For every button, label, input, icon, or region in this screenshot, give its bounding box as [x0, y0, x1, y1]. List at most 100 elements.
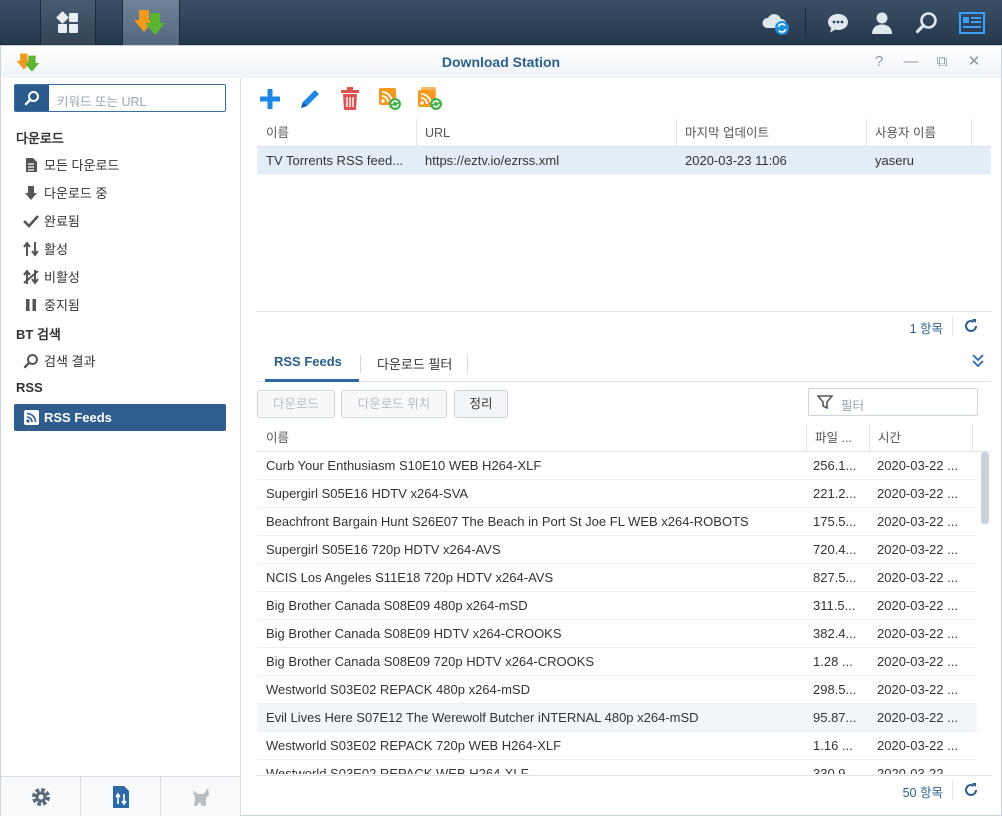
sidebar-item-completed[interactable]: 완료됨 — [14, 207, 226, 234]
chat-icon — [828, 13, 848, 33]
chat-button[interactable] — [818, 0, 858, 45]
rss-section-header: RSS — [16, 380, 43, 395]
sidebar-item-label: 활성 — [44, 242, 68, 257]
download-station-taskbar-button[interactable] — [122, 0, 180, 45]
sidebar-item-search-results[interactable]: 검색 결과 — [14, 347, 226, 374]
search-button[interactable] — [907, 0, 947, 45]
search-submit-button[interactable] — [15, 85, 49, 111]
items-pager: 50 항목 — [257, 775, 991, 803]
minimize-button[interactable]: — — [901, 52, 921, 72]
up-down-icon — [22, 240, 40, 258]
item-size: 256.1... — [813, 458, 857, 473]
tab-rss-feeds[interactable]: RSS Feeds — [274, 354, 342, 369]
grid-icon — [56, 10, 78, 33]
table-row[interactable]: Big Brother Canada S08E09 HDTV x264-CROO… — [257, 620, 977, 648]
transfer-icon — [112, 785, 129, 808]
item-time: 2020-03-22 ... — [877, 486, 958, 501]
filter-input[interactable]: 필터 — [841, 395, 864, 414]
item-size: 311.5... — [813, 598, 856, 613]
item-name: Curb Your Enthusiasm S10E10 WEB H264-XLF — [266, 458, 542, 473]
table-row[interactable]: Curb Your Enthusiasm S10E10 WEB H264-XLF… — [257, 452, 977, 480]
item-name: Big Brother Canada S08E09 480p x264-mSD — [266, 598, 528, 613]
tab-divider — [467, 355, 468, 373]
column-url[interactable]: URL — [416, 119, 677, 147]
download-button[interactable]: 다운로드 — [257, 390, 335, 418]
item-size: 1.28 ... — [813, 654, 853, 669]
user-icon — [872, 12, 892, 34]
item-size: 720.4... — [813, 542, 857, 557]
sidebar-item-rss-feeds[interactable]: RSS Feeds — [14, 404, 226, 431]
close-button[interactable]: ✕ — [964, 52, 984, 72]
column-last-update[interactable]: 마지막 업데이트 — [676, 119, 867, 147]
item-size: 221.2... — [813, 486, 857, 501]
item-name: Evil Lives Here S07E12 The Werewolf Butc… — [266, 710, 699, 725]
item-size: 330.9... — [813, 766, 857, 774]
refresh-icon[interactable] — [963, 782, 979, 798]
column-file-size[interactable]: 파일 ... — [806, 424, 870, 452]
items-scrollbar[interactable] — [981, 452, 989, 524]
clean-button[interactable]: 정리 — [454, 390, 508, 418]
tab-download-filter[interactable]: 다운로드 필터 — [377, 354, 452, 373]
sidebar-item-label: 비활성 — [44, 270, 80, 285]
column-time[interactable]: 시간 — [869, 424, 973, 452]
item-time: 2020-03-22 ... — [877, 766, 958, 774]
magnifier-icon — [24, 91, 39, 106]
sidebar-item-label: 다운로드 중 — [44, 186, 108, 201]
restore-button[interactable]: ⧉ — [932, 52, 952, 72]
refresh-all-feeds-button[interactable] — [417, 86, 443, 112]
table-row[interactable]: Beachfront Bargain Hunt S26E07 The Beach… — [257, 508, 977, 536]
taskbar-divider — [805, 8, 806, 37]
delete-icon — [341, 87, 359, 110]
user-button[interactable] — [862, 0, 902, 45]
sidebar-item-downloading[interactable]: 다운로드 중 — [14, 179, 226, 206]
table-row[interactable]: TV Torrents RSS feed... https://eztv.io/… — [257, 147, 991, 175]
sidebar-item-active[interactable]: 활성 — [14, 235, 226, 262]
column-item-name[interactable]: 이름 — [257, 424, 807, 452]
pager-divider — [952, 781, 953, 799]
column-name[interactable]: 이름 — [257, 119, 417, 147]
collapse-chevron-icon[interactable] — [971, 353, 985, 369]
edit-button[interactable] — [297, 86, 323, 112]
item-size: 298.5... — [813, 682, 857, 697]
filter-field[interactable]: 필터 — [808, 388, 978, 416]
search-field[interactable]: 키워드 또는 URL — [14, 84, 226, 112]
item-size: 1.16 ... — [813, 738, 853, 753]
add-button[interactable] — [257, 86, 283, 112]
search-input[interactable]: 키워드 또는 URL — [57, 91, 146, 110]
table-row[interactable]: Supergirl S05E16 720p HDTV x264-AVS 720.4… — [257, 536, 977, 564]
sidebar-item-label: 중지됨 — [44, 298, 80, 313]
table-row[interactable]: Supergirl S05E16 HDTV x264-SVA 221.2... 20… — [257, 480, 977, 508]
emule-button[interactable] — [161, 777, 241, 816]
sidebar-item-paused[interactable]: 중지됨 — [14, 291, 226, 318]
sidebar-item-inactive[interactable]: 비활성 — [14, 263, 226, 290]
cloud-sync-button[interactable] — [756, 0, 796, 45]
table-row[interactable]: Evil Lives Here S07E12 The Werewolf Butc… — [257, 704, 977, 732]
download-station-icon — [135, 9, 165, 35]
refresh-feed-button[interactable] — [377, 86, 403, 112]
refresh-icon[interactable] — [963, 318, 979, 334]
settings-button[interactable] — [1, 777, 81, 816]
table-row[interactable]: Westworld S03E02 REPACK WEB H264-XLF 330.… — [257, 760, 977, 774]
item-time: 2020-03-22 ... — [877, 542, 958, 557]
feeds-table-header: 이름 URL 마지막 업데이트 사용자 이름 — [257, 119, 991, 147]
items-table-header: 이름 파일 ... 시간 — [257, 424, 991, 452]
delete-button[interactable] — [337, 86, 363, 112]
table-row[interactable]: Big Brother Canada S08E09 480p x264-mSD 3… — [257, 592, 977, 620]
table-row[interactable]: Westworld S03E02 REPACK 720p WEB H264-XL… — [257, 732, 977, 760]
filter-icon — [817, 395, 833, 410]
table-row[interactable]: Big Brother Canada S08E09 720p HDTV x264… — [257, 648, 977, 676]
sidebar-item-all-downloads[interactable]: 모든 다운로드 — [14, 151, 226, 178]
table-row[interactable]: NCIS Los Angeles S11E18 720p HDTV x264-A… — [257, 564, 977, 592]
widgets-button[interactable] — [951, 0, 993, 45]
rss-refresh-icon — [379, 88, 401, 110]
column-username[interactable]: 사용자 이름 — [866, 119, 972, 147]
help-button[interactable]: ? — [869, 52, 889, 72]
transfer-button[interactable] — [81, 777, 161, 816]
taskbar — [0, 0, 1002, 45]
magnifier-icon — [22, 352, 40, 370]
table-row[interactable]: Westworld S03E02 REPACK 480p x264-mSD 298… — [257, 676, 977, 704]
download-location-button[interactable]: 다운로드 위치 — [341, 390, 447, 418]
settings-gear-icon — [31, 787, 50, 806]
widgets-icon — [959, 11, 985, 34]
main-menu-button[interactable] — [40, 0, 96, 45]
